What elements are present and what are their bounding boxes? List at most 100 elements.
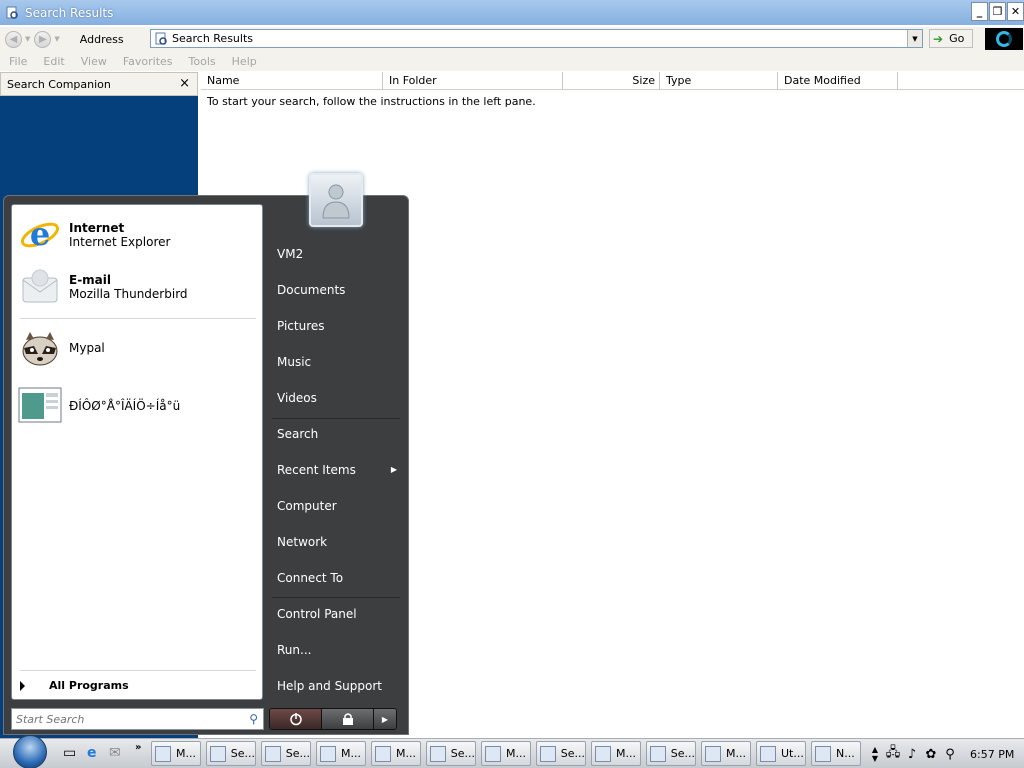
column-type[interactable]: Type xyxy=(660,72,778,90)
search-icon[interactable]: ⚲ xyxy=(249,712,258,726)
network-icon[interactable]: 🖧 xyxy=(885,745,901,762)
taskbar-button-13[interactable]: N... xyxy=(811,741,861,766)
menu-file[interactable]: File xyxy=(9,55,27,68)
ie-icon: e xyxy=(18,213,62,257)
notepad-icon xyxy=(815,745,831,762)
back-button[interactable]: ◀ xyxy=(5,30,22,48)
power-controls: ▶ xyxy=(269,708,397,730)
taskbar-button-12[interactable]: Ut... xyxy=(756,741,806,766)
menu-view[interactable]: View xyxy=(81,55,107,68)
search-window-icon xyxy=(540,745,556,762)
system-tray: ▲ ▼ 🖧 ♪ ✿ ⚲ 6:57 PM xyxy=(868,740,1024,768)
column-name[interactable]: Name xyxy=(201,72,383,90)
quicklaunch-ie-icon[interactable]: e xyxy=(87,745,97,761)
taskbar-button-7[interactable]: M... xyxy=(481,741,531,766)
window-icon xyxy=(155,745,171,762)
search-window-icon xyxy=(430,745,446,762)
right-item-documents[interactable]: Documents xyxy=(277,276,401,304)
taskbar-button-6[interactable]: Se... xyxy=(426,741,476,766)
taskbar-button-5[interactable]: M... xyxy=(371,741,421,766)
menu-favorites[interactable]: Favorites xyxy=(123,55,173,68)
start-menu: e Internet Internet Explorer E-mail Mozi… xyxy=(3,173,409,735)
taskbar-button-8[interactable]: Se... xyxy=(536,741,586,766)
quicklaunch-mail-icon[interactable]: ✉ xyxy=(109,745,121,761)
right-item-run[interactable]: Run... xyxy=(277,636,401,664)
address-dropdown-button[interactable]: ▼ xyxy=(907,30,922,47)
column-date-modified[interactable]: Date Modified xyxy=(778,72,898,90)
address-toolbar: ◀ ▼ ▶ ▼ Address Search Results ▼ ➔ Go xyxy=(0,27,1024,51)
minimize-button[interactable]: _ xyxy=(971,2,988,21)
shutdown-options-arrow-icon[interactable]: ▶ xyxy=(374,709,396,729)
pinned-separator xyxy=(20,318,256,319)
search-window-icon xyxy=(265,745,281,762)
restore-button[interactable]: ❐ xyxy=(989,2,1006,21)
pinned-email[interactable]: E-mail Mozilla Thunderbird xyxy=(18,263,188,311)
volume-icon[interactable]: ♪ xyxy=(904,746,920,762)
right-item-videos[interactable]: Videos xyxy=(277,384,401,412)
recent-mypal-label: Mypal xyxy=(69,341,105,355)
windows-logo-icon xyxy=(13,735,47,768)
start-search-box[interactable]: ⚲ xyxy=(11,708,264,730)
right-item-search[interactable]: Search xyxy=(277,420,401,448)
all-programs-button[interactable]: All Programs xyxy=(20,679,129,692)
back-dropdown-icon[interactable]: ▼ xyxy=(25,35,30,43)
tray-scroll-icon[interactable]: ▲ ▼ xyxy=(868,745,882,763)
taskbar-button-10-label: Se... xyxy=(670,747,695,760)
power-button[interactable] xyxy=(270,709,322,729)
right-item-control-panel[interactable]: Control Panel xyxy=(277,600,401,628)
search-tray-icon[interactable]: ⚲ xyxy=(942,746,958,762)
taskbar-button-3[interactable]: Se... xyxy=(261,741,311,766)
taskbar-button-10[interactable]: Se... xyxy=(646,741,696,766)
taskbar-button-4-label: M... xyxy=(341,747,361,760)
forward-dropdown-icon[interactable]: ▼ xyxy=(54,35,59,43)
show-desktop-icon[interactable]: ▭ xyxy=(63,745,76,761)
address-field[interactable]: Search Results ▼ xyxy=(150,29,923,48)
recent-mypal[interactable]: Mypal xyxy=(18,324,105,372)
forward-button[interactable]: ▶ xyxy=(34,30,52,48)
right-item-vm2[interactable]: VM2 xyxy=(277,240,401,268)
column-in-folder[interactable]: In Folder xyxy=(383,72,563,90)
all-programs-label: All Programs xyxy=(49,679,129,692)
right-item-computer[interactable]: Computer xyxy=(277,492,401,520)
taskbar-button-11[interactable]: M... xyxy=(701,741,751,766)
taskbar-button-2[interactable]: Se... xyxy=(206,741,256,766)
user-picture[interactable] xyxy=(309,173,363,227)
pinned-internet[interactable]: e Internet Internet Explorer xyxy=(18,211,170,259)
start-search-input[interactable] xyxy=(16,712,236,726)
right-item-pictures[interactable]: Pictures xyxy=(277,312,401,340)
menu-tools[interactable]: Tools xyxy=(189,55,216,68)
throbber-logo xyxy=(985,28,1023,50)
right-item-recent-items[interactable]: Recent Items ▶ xyxy=(277,456,401,484)
quicklaunch-more-icon[interactable]: » xyxy=(135,742,141,753)
column-size[interactable]: Size xyxy=(563,72,660,90)
go-button[interactable]: ➔ Go xyxy=(929,29,974,48)
menu-edit[interactable]: Edit xyxy=(43,55,64,68)
utility-icon xyxy=(760,745,776,762)
window-icon xyxy=(320,745,336,762)
pinned-internet-title: Internet xyxy=(69,221,125,235)
taskbar-button-9-label: M... xyxy=(616,747,636,760)
taskbar-button-4[interactable]: M... xyxy=(316,741,366,766)
search-companion-header: Search Companion × xyxy=(0,72,198,96)
start-orb-button[interactable] xyxy=(10,735,50,768)
right-item-network[interactable]: Network xyxy=(277,528,401,556)
right-item-connect-to[interactable]: Connect To xyxy=(277,564,401,592)
clock[interactable]: 6:57 PM xyxy=(970,748,1014,761)
pinned-internet-subtitle: Internet Explorer xyxy=(69,235,171,249)
lock-button[interactable] xyxy=(322,709,374,729)
submenu-arrow-icon: ▶ xyxy=(390,465,397,474)
search-hint-text: To start your search, follow the instruc… xyxy=(207,95,536,108)
taskbar-button-6-label: Se... xyxy=(450,747,475,760)
recent-app[interactable]: ÐÍÔØ°Å°ÎÄÍÖ÷Íå°ü xyxy=(18,382,180,430)
search-companion-close-icon[interactable]: × xyxy=(179,76,190,91)
taskbar-button-9[interactable]: M... xyxy=(591,741,641,766)
close-button[interactable]: ✕ xyxy=(1007,2,1024,21)
taskbar-button-3-label: Se... xyxy=(285,747,310,760)
security-icon[interactable]: ✿ xyxy=(923,746,939,762)
window-icon xyxy=(375,745,391,762)
menu-help[interactable]: Help xyxy=(232,55,257,68)
window-title: Search Results xyxy=(25,5,114,20)
taskbar-button-1[interactable]: M... xyxy=(151,741,201,766)
right-item-help-and-support[interactable]: Help and Support xyxy=(277,672,401,700)
right-item-music[interactable]: Music xyxy=(277,348,401,376)
